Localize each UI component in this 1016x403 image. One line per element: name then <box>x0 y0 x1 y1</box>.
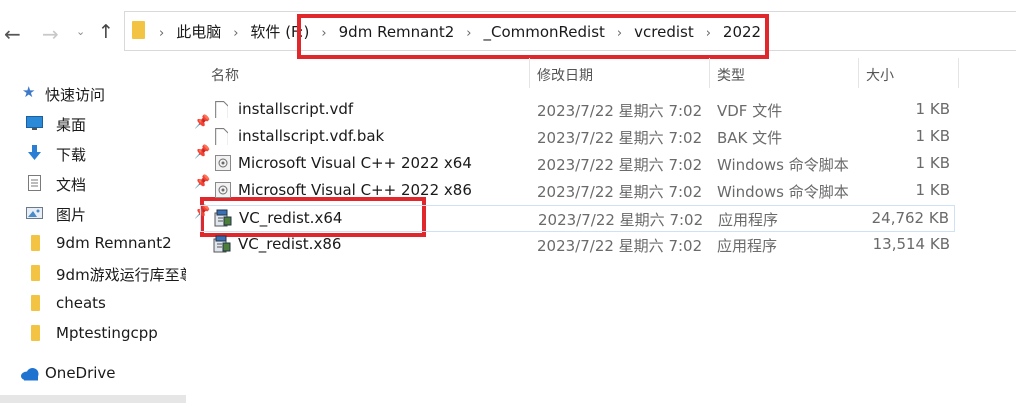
script-icon <box>215 182 231 198</box>
file-name: VC_redist.x86 <box>238 235 342 253</box>
file-date: 2023/7/22 星期六 7:02 <box>537 129 703 147</box>
file-type: 应用程序 <box>717 237 778 255</box>
file-type: VDF 文件 <box>717 102 783 120</box>
column-divider[interactable] <box>709 58 710 88</box>
file-row[interactable]: Microsoft Visual C++ 2022 x86 2023/7/22 … <box>200 178 955 205</box>
sidebar-item-label: 文档 <box>56 176 87 194</box>
column-header-name[interactable]: 名称 <box>211 65 239 85</box>
onedrive-cloud-icon <box>21 368 39 381</box>
folder-icon <box>132 21 145 39</box>
file-type: 应用程序 <box>718 211 779 229</box>
installer-icon <box>213 235 231 253</box>
sidebar-item-label: 桌面 <box>56 116 87 134</box>
annotation-box-path <box>297 14 769 59</box>
file-size: 1 KB <box>915 127 950 145</box>
file-row[interactable]: VC_redist.x86 2023/7/22 星期六 7:02 应用程序 13… <box>200 232 955 259</box>
back-button[interactable]: ← <box>4 22 21 46</box>
file-name: installscript.vdf.bak <box>238 127 385 145</box>
file-date: 2023/7/22 星期六 7:02 <box>537 102 703 120</box>
file-size: 24,762 KB <box>871 209 949 227</box>
script-icon <box>215 155 231 171</box>
chevron-right-icon[interactable]: › <box>159 26 164 41</box>
file-name: installscript.vdf <box>238 100 354 118</box>
file-type: Windows 命令脚本 <box>717 183 849 201</box>
sidebar-item-label: 图片 <box>56 206 87 224</box>
file-size: 1 KB <box>915 181 950 199</box>
file-row[interactable]: VC_redist.x64 2023/7/22 星期六 7:02 应用程序 24… <box>200 205 955 232</box>
sidebar-item-9dm-runtime[interactable]: 9dm游戏运行库至尊 <box>26 264 186 284</box>
file-size: 13,514 KB <box>872 235 950 253</box>
folder-icon <box>31 235 40 251</box>
file-type: Windows 命令脚本 <box>717 156 849 174</box>
file-date: 2023/7/22 星期六 7:02 <box>537 156 703 174</box>
installer-icon <box>214 209 232 227</box>
sidebar-item-label: OneDrive <box>45 364 116 382</box>
column-header-date[interactable]: 修改日期 <box>537 65 593 85</box>
column-divider[interactable] <box>958 58 959 88</box>
desktop-icon <box>26 116 43 130</box>
file-row[interactable]: installscript.vdf 2023/7/22 星期六 7:02 VDF… <box>200 97 955 124</box>
file-name: VC_redist.x64 <box>239 209 343 227</box>
sidebar-item-label: 9dm Remnant2 <box>56 234 172 252</box>
breadcrumb-this-pc[interactable]: 此电脑 <box>176 21 221 42</box>
pictures-icon <box>26 207 43 219</box>
file-date: 2023/7/22 星期六 7:02 <box>537 237 703 255</box>
file-row[interactable]: installscript.vdf.bak 2023/7/22 星期六 7:02… <box>200 124 955 151</box>
folder-icon <box>31 325 40 341</box>
file-name: Microsoft Visual C++ 2022 x64 <box>238 154 472 172</box>
star-icon: ★ <box>22 83 36 101</box>
up-button[interactable]: ↑ <box>98 21 114 43</box>
file-size: 1 KB <box>915 100 950 118</box>
sidebar-item-label: 快速访问 <box>45 86 106 104</box>
column-header-size[interactable]: 大小 <box>866 65 894 85</box>
sidebar-item-label: Mptestingcpp <box>56 324 158 342</box>
document-icon <box>215 128 228 145</box>
forward-button[interactable]: → <box>42 22 59 46</box>
chevron-right-icon[interactable]: › <box>233 26 238 41</box>
folder-icon <box>31 265 40 281</box>
document-icon <box>215 101 228 118</box>
sidebar-item-label: 下载 <box>56 146 87 164</box>
download-icon <box>28 145 41 160</box>
sidebar-item-label: 9dm游戏运行库至尊 <box>56 266 186 284</box>
column-header-type[interactable]: 类型 <box>717 65 745 85</box>
recent-locations-dropdown[interactable]: ⌄ <box>76 25 85 38</box>
folder-icon <box>31 295 40 311</box>
file-type: BAK 文件 <box>717 129 783 147</box>
file-size: 1 KB <box>915 154 950 172</box>
column-divider[interactable] <box>529 58 530 88</box>
file-date: 2023/7/22 星期六 7:02 <box>538 211 704 229</box>
documents-icon <box>28 175 41 191</box>
file-row[interactable]: Microsoft Visual C++ 2022 x64 2023/7/22 … <box>200 151 955 178</box>
file-date: 2023/7/22 星期六 7:02 <box>537 183 703 201</box>
column-divider[interactable] <box>858 58 859 88</box>
sidebar-scrollbar[interactable] <box>0 395 186 403</box>
sidebar-item-label: cheats <box>56 294 106 312</box>
file-name: Microsoft Visual C++ 2022 x86 <box>238 181 472 199</box>
